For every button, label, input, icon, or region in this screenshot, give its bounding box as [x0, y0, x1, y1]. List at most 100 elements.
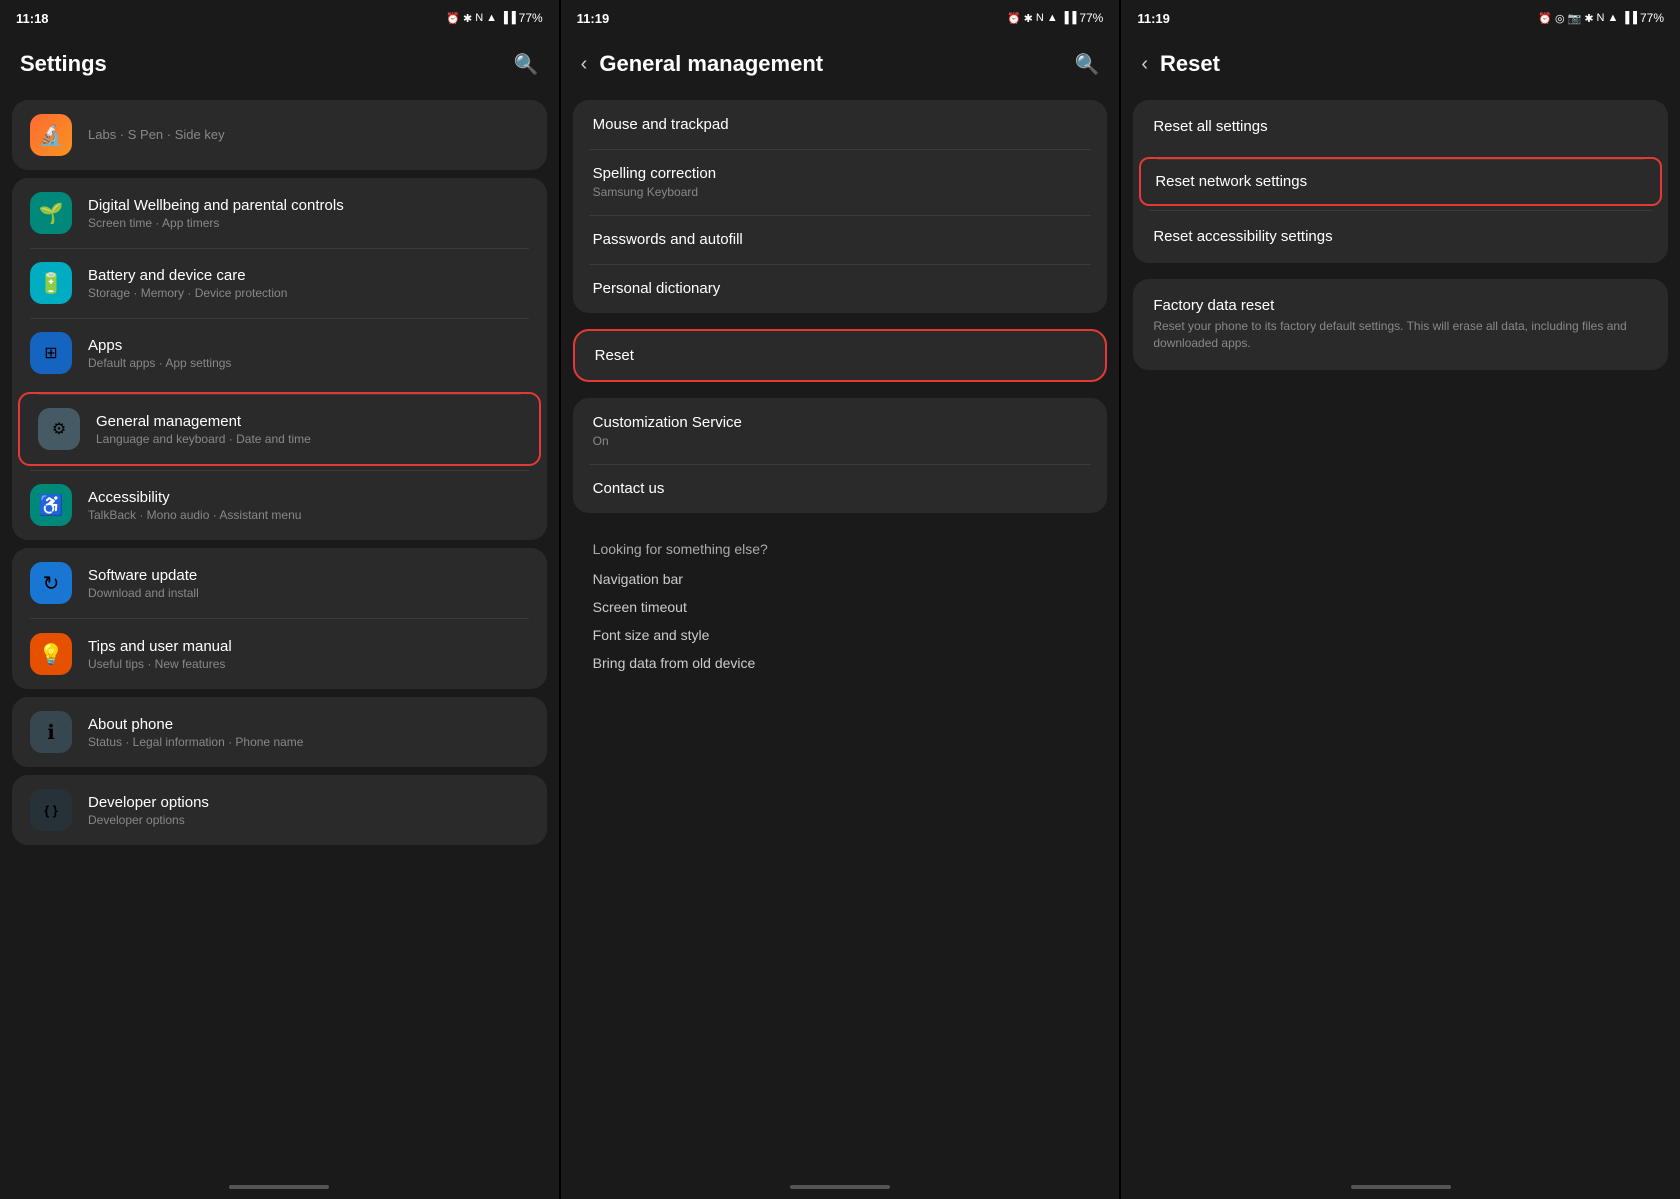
- accessibility-subtitle: TalkBack · Mono audio · Assistant menu: [88, 508, 529, 522]
- search-button-1[interactable]: 🔍: [514, 52, 539, 77]
- settings-title: Settings: [20, 51, 107, 77]
- accessibility-title: Accessibility: [88, 489, 529, 506]
- battery-3: 77%: [1640, 11, 1664, 25]
- reset-group1: Reset all settings Reset network setting…: [1133, 100, 1668, 263]
- back-button-2[interactable]: ‹: [581, 53, 588, 76]
- general-mgmt-text: General management Language and keyboard…: [96, 413, 521, 446]
- sidebar-item-apps[interactable]: ⊞ Apps Default apps · App settings: [12, 318, 547, 388]
- tips-subtitle: Useful tips · New features: [88, 657, 529, 671]
- bluetooth-icon-3: ✱: [1584, 12, 1593, 25]
- gm-item-customization[interactable]: Customization Service On: [573, 398, 1108, 464]
- status-bar-2: 11:19 ⏰ ✱ N ▲ ▐▐ 77%: [561, 0, 1120, 36]
- software-update-icon: ↻: [30, 562, 72, 604]
- reset-item-all-settings[interactable]: Reset all settings: [1133, 100, 1668, 153]
- gm-item-spelling[interactable]: Spelling correction Samsung Keyboard: [573, 149, 1108, 215]
- status-bar-1: 11:18 ⏰ ✱ N ▲ ▐▐ 77%: [0, 0, 559, 36]
- software-update-text: Software update Download and install: [88, 567, 529, 600]
- battery-icon: 🔋: [30, 262, 72, 304]
- software-update-title: Software update: [88, 567, 529, 584]
- wifi-icon: ▲: [486, 12, 497, 24]
- back-button-3[interactable]: ‹: [1141, 53, 1148, 76]
- gm-group2: Customization Service On Contact us: [573, 398, 1108, 513]
- gm-item-mouse[interactable]: Mouse and trackpad: [573, 100, 1108, 149]
- reset-item-accessibility[interactable]: Reset accessibility settings: [1133, 210, 1668, 263]
- gm-customization-title: Customization Service: [593, 414, 1088, 431]
- top-bar-reset: ‹ Reset: [1121, 36, 1680, 92]
- link-bring-data[interactable]: Bring data from old device: [573, 649, 1108, 677]
- reset-network-title: Reset network settings: [1155, 173, 1646, 190]
- about-phone-icon: ℹ: [30, 711, 72, 753]
- alarm-icon: ⏰: [446, 12, 460, 25]
- status-time-2: 11:19: [577, 11, 610, 26]
- gm-spelling-subtitle: Samsung Keyboard: [593, 185, 1088, 199]
- accessibility-text: Accessibility TalkBack · Mono audio · As…: [88, 489, 529, 522]
- gm-spelling-title: Spelling correction: [593, 165, 1088, 182]
- tips-title: Tips and user manual: [88, 638, 529, 655]
- search-button-2[interactable]: 🔍: [1074, 52, 1099, 77]
- link-navigation-bar[interactable]: Navigation bar: [573, 565, 1108, 593]
- home-bar-2: [790, 1185, 890, 1189]
- sidebar-item-accessibility[interactable]: ♿ Accessibility TalkBack · Mono audio · …: [12, 470, 547, 540]
- sidebar-item-about-phone[interactable]: ℹ About phone Status · Legal information…: [12, 697, 547, 767]
- sidebar-item-general-management[interactable]: ⚙ General management Language and keyboa…: [18, 392, 541, 466]
- reset-item-factory[interactable]: Factory data reset Reset your phone to i…: [1133, 279, 1668, 370]
- gm-item-contact-us[interactable]: Contact us: [573, 464, 1108, 513]
- panel-general-management: 11:19 ⏰ ✱ N ▲ ▐▐ 77% ‹ General managemen…: [559, 0, 1120, 1199]
- developer-options-text: Developer options Developer options: [88, 794, 529, 827]
- gm-item-personal-dict[interactable]: Personal dictionary: [573, 264, 1108, 313]
- battery-text: Battery and device care Storage · Memory…: [88, 267, 529, 300]
- wifi-icon-3: ▲: [1608, 12, 1619, 24]
- battery-subtitle: Storage · Memory · Device protection: [88, 286, 529, 300]
- gm-group1: Mouse and trackpad Spelling correction S…: [573, 100, 1108, 313]
- link-screen-timeout[interactable]: Screen timeout: [573, 593, 1108, 621]
- sidebar-item-tips[interactable]: 💡 Tips and user manual Useful tips · New…: [12, 619, 547, 689]
- alarm-icon-3: ⏰: [1538, 12, 1552, 25]
- sidebar-item-battery[interactable]: 🔋 Battery and device care Storage · Memo…: [12, 248, 547, 318]
- gm-title: General management: [599, 51, 823, 77]
- gm-item-passwords[interactable]: Passwords and autofill: [573, 215, 1108, 264]
- nfc-icon: N: [475, 12, 483, 24]
- top-bar-settings: Settings 🔍: [0, 36, 559, 92]
- software-group: ↻ Software update Download and install 💡…: [12, 548, 547, 689]
- home-indicator-1: [0, 1175, 559, 1199]
- wifi-icon-2: ▲: [1047, 12, 1058, 24]
- factory-reset-title: Factory data reset: [1153, 297, 1648, 314]
- status-icons-3: ⏰ ◎ 📷 ✱ N ▲ ▐▐ 77%: [1538, 11, 1664, 25]
- nfc-icon-3: N: [1597, 12, 1605, 24]
- digital-wellbeing-text: Digital Wellbeing and parental controls …: [88, 197, 529, 230]
- sidebar-item-developer-options[interactable]: { } Developer options Developer options: [12, 775, 547, 845]
- signal-icon: ▐▐: [500, 12, 516, 24]
- reset-accessibility-title: Reset accessibility settings: [1153, 228, 1648, 245]
- digital-wellbeing-icon: 🌱: [30, 192, 72, 234]
- reset-content: Reset all settings Reset network setting…: [1121, 92, 1680, 1175]
- sidebar-item-software-update[interactable]: ↻ Software update Download and install: [12, 548, 547, 618]
- digital-wellbeing-title: Digital Wellbeing and parental controls: [88, 197, 529, 214]
- sidebar-item-digital-wellbeing[interactable]: 🌱 Digital Wellbeing and parental control…: [12, 178, 547, 248]
- tips-icon: 💡: [30, 633, 72, 675]
- gm-personal-dict-title: Personal dictionary: [593, 280, 1088, 297]
- apps-icon: ⊞: [30, 332, 72, 374]
- about-group: ℹ About phone Status · Legal information…: [12, 697, 547, 767]
- link-font-size[interactable]: Font size and style: [573, 621, 1108, 649]
- factory-reset-subtitle: Reset your phone to its factory default …: [1153, 318, 1648, 352]
- labs-item[interactable]: 🔬 Labs · S Pen · Side key: [12, 100, 547, 170]
- gm-item-reset[interactable]: Reset: [575, 331, 1106, 380]
- home-bar-3: [1351, 1185, 1451, 1189]
- looking-for-label: Looking for something else?: [573, 529, 1108, 565]
- labs-text: Labs · S Pen · Side key: [88, 126, 225, 144]
- tips-text: Tips and user manual Useful tips · New f…: [88, 638, 529, 671]
- reset-group2: Factory data reset Reset your phone to i…: [1133, 279, 1668, 370]
- reset-item-network[interactable]: Reset network settings: [1139, 157, 1662, 206]
- share-icon-3: ◎: [1555, 12, 1565, 25]
- gm-contact-title: Contact us: [593, 480, 1088, 497]
- general-mgmt-title: General management: [96, 413, 521, 430]
- gm-reset-title: Reset: [595, 347, 1086, 364]
- top-bar-left-gm: ‹ General management: [581, 51, 823, 77]
- photo-icon-3: 📷: [1568, 12, 1582, 25]
- labs-icon: 🔬: [30, 114, 72, 156]
- digital-wellbeing-subtitle: Screen time · App timers: [88, 216, 529, 230]
- gm-reset-group[interactable]: Reset: [573, 329, 1108, 382]
- developer-options-title: Developer options: [88, 794, 529, 811]
- about-phone-subtitle: Status · Legal information · Phone name: [88, 735, 529, 749]
- gm-mouse-title: Mouse and trackpad: [593, 116, 1088, 133]
